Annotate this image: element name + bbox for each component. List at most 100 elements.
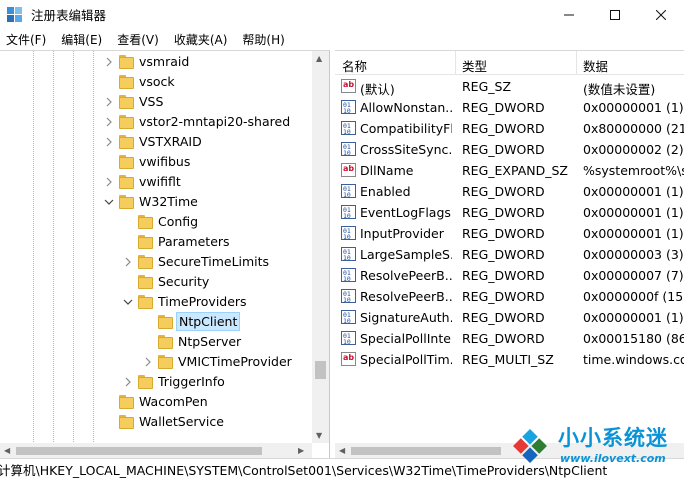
value-type: REG_DWORD	[462, 331, 545, 346]
tree-hscroll-thumb[interactable]	[16, 447, 262, 455]
scroll-down-arrow-icon[interactable]: ▼	[316, 431, 322, 440]
chevron-right-icon[interactable]	[104, 57, 114, 67]
tree-item-label[interactable]: TriggerInfo	[156, 373, 227, 390]
tree-item-label[interactable]: VSS	[137, 93, 165, 110]
tree-item[interactable]: vstor2-mntapi20-shared	[0, 112, 312, 132]
values-hscroll-thumb[interactable]	[351, 447, 501, 455]
folder-icon	[138, 235, 153, 249]
value-row[interactable]: 01 10 LargeSampleS... REG_DWORD 0x00000003 (…	[335, 244, 684, 265]
tree-item[interactable]: vwififlt	[0, 172, 312, 192]
tree-horizontal-scrollbar[interactable]: ◀ ▶	[0, 443, 312, 458]
menu-edit[interactable]: 编辑(E)	[55, 31, 108, 48]
minimize-button[interactable]	[546, 0, 592, 29]
folder-icon	[119, 175, 134, 189]
tree-item-label[interactable]: TimeProviders	[156, 293, 249, 310]
chevron-right-icon[interactable]	[104, 177, 114, 187]
scroll-right-arrow-icon[interactable]: ▶	[298, 446, 304, 455]
tree-item[interactable]: VSS	[0, 92, 312, 112]
tree-item[interactable]: NtpServer	[0, 332, 312, 352]
tree-item-label[interactable]: vwififlt	[137, 173, 183, 190]
value-row[interactable]: ab DllName REG_EXPAND_SZ %systemroot%\sy	[335, 160, 684, 181]
value-row[interactable]: ab SpecialPollTim... REG_MULTI_SZ time.wind…	[335, 349, 684, 370]
tree-item[interactable]: W32Time	[0, 192, 312, 212]
scroll-up-arrow-icon[interactable]: ▲	[316, 54, 322, 63]
tree-item-label[interactable]: Config	[156, 213, 200, 230]
value-row[interactable]: 01 10 CrossSiteSync... REG_DWORD 0x00000002 …	[335, 139, 684, 160]
tree-item[interactable]: TriggerInfo	[0, 372, 312, 392]
tree-item-label[interactable]: W32Time	[137, 193, 200, 210]
tree-item[interactable]: WacomPen	[0, 392, 312, 412]
value-data: 0x00015180 (8640	[583, 331, 684, 346]
close-button[interactable]	[638, 0, 684, 29]
value-row[interactable]: 01 10 InputProvider REG_DWORD 0x00000001 (1)	[335, 223, 684, 244]
menu-favorites[interactable]: 收藏夹(A)	[168, 31, 234, 48]
scroll-left-arrow-icon[interactable]: ◀	[339, 446, 345, 455]
folder-icon	[138, 255, 153, 269]
chevron-right-icon[interactable]	[123, 257, 133, 267]
chevron-right-icon[interactable]	[104, 137, 114, 147]
value-row[interactable]: ab (默认) REG_SZ (数值未设置)	[335, 76, 684, 97]
value-row[interactable]: 0110 SpecialPollInte... REG_DWORD 0x0001518…	[335, 328, 684, 349]
value-row[interactable]: 01 10 AllowNonstan... REG_DWORD 0x00000001 (…	[335, 97, 684, 118]
scroll-left-arrow-icon[interactable]: ◀	[4, 446, 10, 455]
chevron-right-icon[interactable]	[104, 97, 114, 107]
column-data-header[interactable]: 数据	[583, 56, 608, 75]
minimize-icon	[564, 14, 574, 15]
value-row[interactable]: 01 10 EventLogFlags REG_DWORD 0x00000001 (1)	[335, 202, 684, 223]
tree-item-label[interactable]: vwifibus	[137, 153, 192, 170]
value-name: ResolvePeerB...	[360, 268, 452, 283]
tree-item-label[interactable]: vsmraid	[137, 53, 191, 70]
tree-item[interactable]: WalletService	[0, 412, 312, 432]
tree-item-label[interactable]: SecureTimeLimits	[156, 253, 271, 270]
menu-view[interactable]: 查看(V)	[111, 31, 165, 48]
value-row[interactable]: 0110 CompatibilityFl... REG_DWORD 0x8000000…	[335, 118, 684, 139]
value-type: REG_DWORD	[462, 142, 545, 157]
maximize-button[interactable]	[592, 0, 638, 29]
chevron-down-icon[interactable]	[104, 197, 114, 207]
registry-tree[interactable]: vsmraid vsock VSS vstor2-mntapi20-shared VST…	[0, 50, 330, 458]
tree-item[interactable]: TimeProviders	[0, 292, 312, 312]
tree-item[interactable]: VSTXRAID	[0, 132, 312, 152]
value-row[interactable]: 01 10 SignatureAuth... REG_DWORD 0x00000001 …	[335, 307, 684, 328]
values-list[interactable]: 名称 类型 数据 ab (默认) REG_SZ (数值未设置) 01 10 AllowNon…	[335, 50, 684, 458]
tree-item[interactable]: vwifibus	[0, 152, 312, 172]
tree-item[interactable]: vsock	[0, 72, 312, 92]
tree-item[interactable]: Config	[0, 212, 312, 232]
tree-item[interactable]: Security	[0, 272, 312, 292]
value-row[interactable]: 01 10 Enabled REG_DWORD 0x00000001 (1)	[335, 181, 684, 202]
value-name: SpecialPollInte...	[360, 331, 452, 346]
tree-item-label[interactable]: NtpClient	[176, 312, 241, 331]
chevron-right-icon[interactable]	[143, 357, 153, 367]
tree-item[interactable]: NtpClient	[0, 312, 312, 332]
tree-item-label[interactable]: NtpServer	[176, 333, 243, 350]
menu-file[interactable]: 文件(F)	[0, 31, 52, 48]
binary-value-icon: 01 10	[341, 100, 356, 114]
tree-item-label[interactable]: Security	[156, 273, 211, 290]
binary-value-icon: 01 10	[341, 184, 356, 198]
chevron-right-icon[interactable]	[104, 117, 114, 127]
tree-item-label[interactable]: VMICTimeProvider	[176, 353, 294, 370]
chevron-right-icon[interactable]	[123, 377, 133, 387]
binary-value-icon: 01 10	[341, 121, 356, 135]
menu-help[interactable]: 帮助(H)	[236, 31, 290, 48]
tree-item[interactable]: SecureTimeLimits	[0, 252, 312, 272]
tree-item[interactable]: Parameters	[0, 232, 312, 252]
tree-item-label[interactable]: vsock	[137, 73, 177, 90]
tree-item-label[interactable]: VSTXRAID	[137, 133, 204, 150]
column-type-header[interactable]: 类型	[462, 56, 487, 75]
value-row[interactable]: 01 10 ResolvePeerB... REG_DWORD 0x0000000f (…	[335, 286, 684, 307]
tree-item-label[interactable]: Parameters	[156, 233, 232, 250]
chevron-down-icon[interactable]	[123, 297, 133, 307]
folder-icon	[119, 135, 134, 149]
tree-item-label[interactable]: WacomPen	[137, 393, 210, 410]
column-name-header[interactable]: 名称	[342, 56, 367, 75]
tree-vertical-scrollbar[interactable]: ▲ ▼	[312, 51, 329, 443]
tree-item-label[interactable]: WalletService	[137, 413, 226, 430]
tree-vscroll-thumb[interactable]	[315, 361, 326, 379]
value-row[interactable]: 01 10 ResolvePeerB... REG_DWORD 0x00000007 (…	[335, 265, 684, 286]
tree-item-label[interactable]: vstor2-mntapi20-shared	[137, 113, 292, 130]
tree-item[interactable]: vsmraid	[0, 52, 312, 72]
tree-item[interactable]: VMICTimeProvider	[0, 352, 312, 372]
window-title: 注册表编辑器	[31, 8, 107, 23]
value-data: 0x00000007 (7)	[583, 268, 684, 283]
